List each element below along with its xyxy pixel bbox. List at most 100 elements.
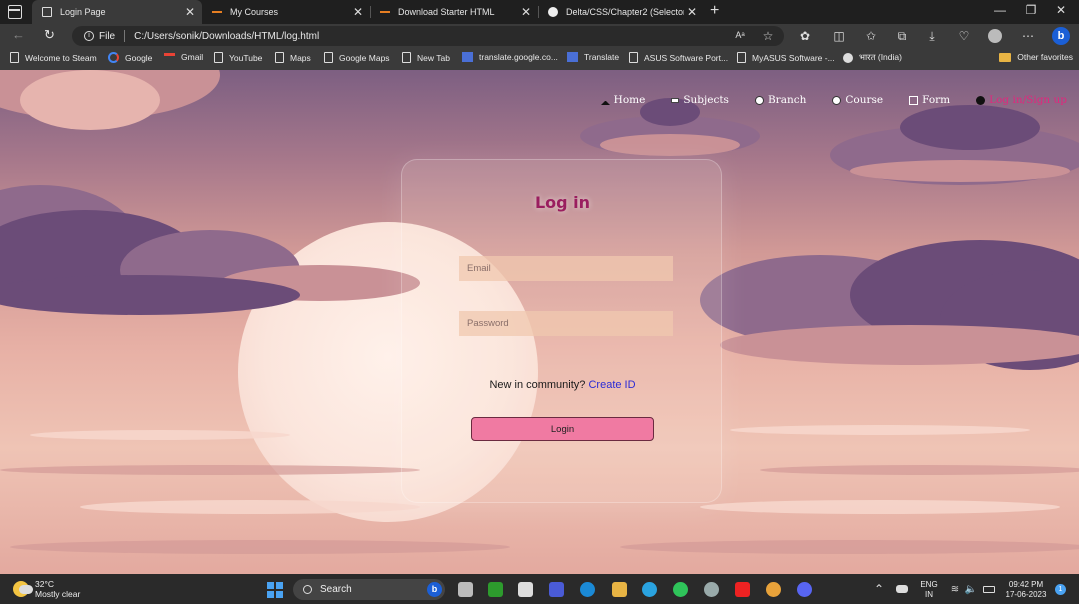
create-id-link[interactable]: Create ID	[588, 379, 635, 391]
nav-form[interactable]: Form	[909, 92, 950, 108]
task-view-icon[interactable]	[458, 582, 473, 597]
xbox-icon[interactable]	[488, 582, 503, 597]
favorite-google[interactable]: Google	[108, 52, 152, 63]
nav-label: Course	[845, 94, 884, 106]
file-explorer-icon[interactable]	[612, 582, 627, 597]
new-tab-button[interactable]: +	[710, 2, 719, 20]
water-ripple	[30, 430, 290, 440]
favorite-myasus-software[interactable]: MyASUS Software -...	[737, 52, 835, 63]
nav-label: Form	[922, 94, 951, 106]
close-icon[interactable]: ✕	[684, 5, 700, 19]
tab-my-courses[interactable]: My Courses ✕	[202, 0, 370, 24]
notes-app-icon[interactable]	[549, 582, 564, 597]
other-favorites[interactable]: Other favorites	[999, 52, 1073, 62]
nav-label: Subjects	[683, 94, 729, 106]
favorite-label: Gmail	[181, 52, 204, 62]
water-ripple	[80, 500, 420, 514]
profile-avatar[interactable]	[988, 29, 1002, 43]
start-button[interactable]	[267, 582, 283, 598]
nav-login-signup[interactable]: Log in/Sign up	[976, 92, 1067, 108]
nav-branch[interactable]: Branch	[754, 92, 807, 108]
split-screen-icon[interactable]: ◫	[832, 29, 846, 43]
discord-icon[interactable]	[797, 582, 812, 597]
date: 17-06-2023	[1005, 590, 1047, 599]
cloud-graphic	[850, 160, 1070, 182]
cloud-graphic	[720, 325, 1079, 365]
favorite-label: YouTube	[229, 52, 263, 63]
favorite-translate[interactable]: Translate	[567, 52, 619, 62]
whatsapp-icon[interactable]	[673, 582, 688, 597]
nav-subjects[interactable]: Subjects	[671, 92, 729, 108]
nav-home[interactable]: Home	[600, 92, 645, 108]
favorite-maps[interactable]: Maps	[275, 52, 311, 63]
tab-delta-css[interactable]: Delta/CSS/Chapter2 (Selectors)/ ✕	[538, 0, 704, 24]
favorite-label: Google	[125, 52, 153, 63]
email-field[interactable]	[459, 256, 673, 281]
tab-actions-icon[interactable]	[8, 5, 22, 19]
favorite-translate-google[interactable]: translate.google.co...	[462, 52, 558, 62]
battery-icon[interactable]	[983, 586, 995, 593]
favorites-icon[interactable]: ✩	[864, 29, 878, 43]
favorite-asus-software-portal[interactable]: ASUS Software Port...	[629, 52, 728, 63]
url-text[interactable]: C:/Users/sonik/Downloads/HTML/log.html	[134, 31, 319, 42]
close-window-button[interactable]: ✕	[1046, 3, 1076, 17]
nav-label: Branch	[767, 94, 807, 106]
login-button[interactable]: Login	[471, 417, 654, 441]
favorite-label: Translate	[584, 52, 620, 62]
wifi-icon[interactable]: ≋	[948, 583, 962, 597]
password-field[interactable]	[459, 311, 673, 336]
settings-gear-icon[interactable]	[704, 582, 719, 597]
nav-label: Log in/Sign up	[989, 94, 1067, 106]
language-indicator[interactable]: ENG IN	[914, 580, 944, 600]
restore-button[interactable]: ❐	[1016, 3, 1046, 17]
address-toolbar: ← ↻ i File C:/Users/sonik/Downloads/HTML…	[0, 24, 1079, 48]
tab-login-page[interactable]: Login Page ✕	[32, 0, 202, 24]
other-favorites-label: Other favorites	[1017, 52, 1073, 62]
edge-icon[interactable]	[580, 582, 595, 597]
page-icon	[629, 52, 638, 63]
back-arrow-icon[interactable]: ←	[12, 27, 25, 42]
downloads-icon[interactable]: ⤓	[925, 29, 939, 43]
youtube-icon[interactable]	[735, 582, 750, 597]
nav-course[interactable]: Course	[832, 92, 883, 108]
bing-icon[interactable]: b	[1052, 27, 1070, 45]
info-icon[interactable]: i	[84, 31, 94, 41]
favorite-star-icon[interactable]: ☆	[761, 29, 775, 43]
circle-icon	[832, 95, 842, 105]
performance-icon[interactable]: ♡	[957, 29, 971, 43]
favorite-india[interactable]: भारत (India)	[843, 52, 902, 63]
onedrive-icon[interactable]	[896, 585, 908, 593]
taskbar-search[interactable]: Search b	[293, 579, 445, 600]
refresh-icon[interactable]: ↻	[44, 27, 55, 43]
read-aloud-icon[interactable]: Aᵃ	[733, 28, 747, 42]
extensions-icon[interactable]: ✿	[798, 29, 812, 43]
notification-badge[interactable]: 1	[1055, 584, 1066, 595]
favorite-gmail[interactable]: Gmail	[164, 52, 203, 62]
taskbar: 32°C Mostly clear Search b ⌃ ENG IN ≋ 🔈 …	[0, 574, 1079, 604]
close-icon[interactable]: ✕	[182, 5, 198, 19]
favorite-label: Maps	[290, 52, 311, 63]
dash-icon	[212, 11, 222, 13]
collections-icon[interactable]: ⧉	[895, 29, 909, 43]
tab-title: Download Starter HTML	[398, 7, 495, 17]
login-title: Log in	[534, 193, 591, 212]
favorite-label: Google Maps	[339, 52, 390, 63]
favorite-new-tab[interactable]: New Tab	[402, 52, 450, 63]
weather-widget[interactable]: 32°C Mostly clear	[35, 579, 80, 599]
clock[interactable]: 09:42 PM 17-06-2023	[1000, 580, 1052, 600]
volume-icon[interactable]: 🔈	[964, 583, 978, 597]
more-menu-icon[interactable]: ⋯	[1021, 29, 1035, 43]
favorite-youtube[interactable]: YouTube	[214, 52, 262, 63]
favorite-welcome-to-steam[interactable]: Welcome to Steam	[10, 52, 97, 63]
telegram-icon[interactable]	[642, 582, 657, 597]
store-icon[interactable]	[518, 582, 533, 597]
chevron-up-icon[interactable]: ⌃	[872, 582, 886, 596]
close-icon[interactable]: ✕	[350, 5, 366, 19]
address-bar[interactable]: i File C:/Users/sonik/Downloads/HTML/log…	[72, 26, 784, 46]
weather-icon[interactable]	[13, 581, 33, 597]
favorite-google-maps[interactable]: Google Maps	[324, 52, 390, 63]
close-icon[interactable]: ✕	[518, 5, 534, 19]
chrome-icon[interactable]	[766, 582, 781, 597]
minimize-button[interactable]: —	[985, 3, 1015, 17]
tab-download-starter-html[interactable]: Download Starter HTML ✕	[370, 0, 538, 24]
